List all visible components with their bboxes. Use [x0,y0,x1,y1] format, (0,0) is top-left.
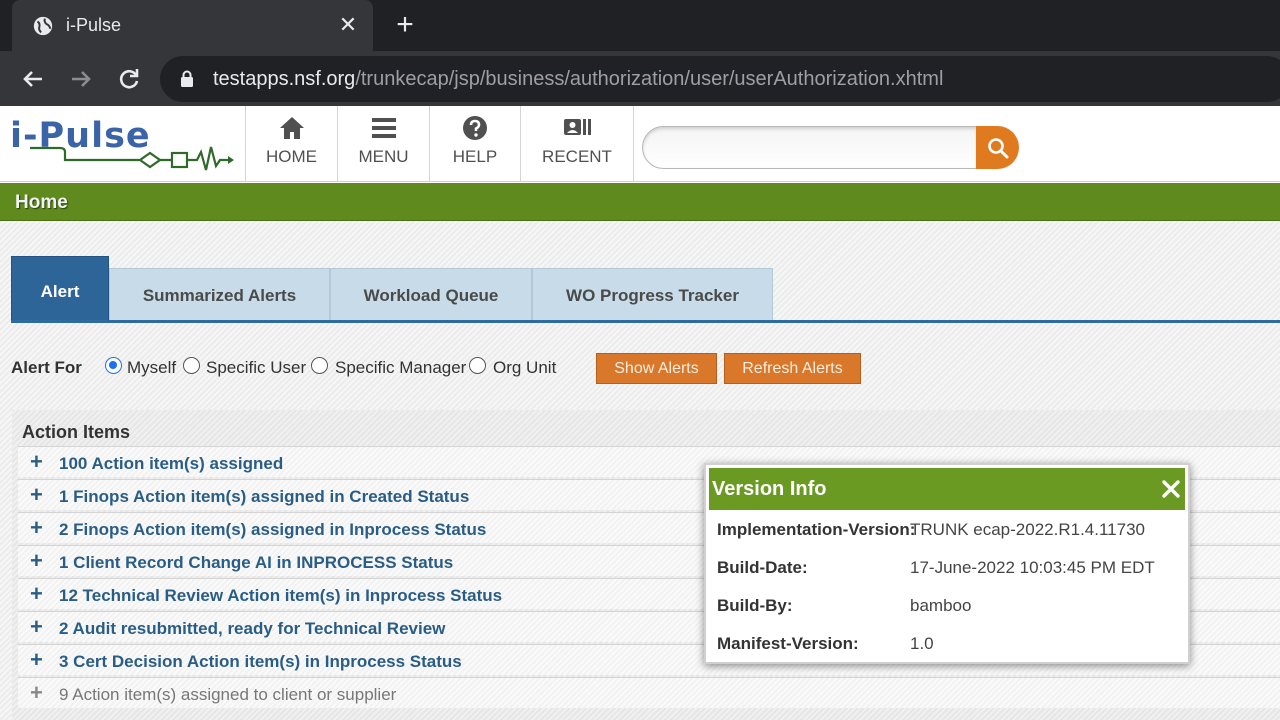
action-item-link[interactable]: 2 Finops Action item(s) assigned in Inpr… [59,520,486,540]
field-key: Build-Date: [717,558,808,577]
expand-plus-icon[interactable]: + [30,649,43,671]
expand-plus-icon[interactable]: + [30,583,43,605]
expand-plus-icon[interactable]: + [30,451,43,473]
action-item-link[interactable]: 12 Technical Review Action item(s) in In… [59,586,502,606]
close-icon[interactable] [1159,477,1183,501]
nav-help-label: HELP [452,147,498,166]
radio-specific-manager[interactable] [311,357,328,374]
nav-recent-label: RECENT [542,147,612,166]
lock-icon [181,70,193,87]
expand-plus-icon[interactable]: + [30,616,43,638]
action-item-link[interactable]: 1 Client Record Change AI in INPROCESS S… [59,553,453,573]
expand-plus-icon[interactable]: + [30,517,43,539]
nav-help-button[interactable]: HELP [429,106,520,182]
radio-org-unit[interactable] [469,357,486,374]
browser-tabstrip: i-Pulse ✕ + [0,0,1280,51]
field-value: bamboo [910,596,972,615]
expand-plus-icon[interactable]: + [30,550,43,572]
show-alerts-button[interactable]: Show Alerts [596,353,717,384]
browser-toolbar: testapps.nsf.org/trunkecap/jsp/business/… [0,51,1280,106]
search-icon [987,137,1008,158]
action-item-link[interactable]: 1 Finops Action item(s) assigned in Crea… [59,487,469,507]
breadcrumb-bar: Home [0,183,1280,221]
field-value: 17-June-2022 10:03:45 PM EDT [910,558,1155,577]
action-item-row[interactable]: + 9 Action item(s) assigned to client or… [18,677,1280,708]
forward-arrow-icon[interactable] [67,65,95,93]
tab-alert[interactable]: Alert [11,256,109,320]
field-value: 1.0 [910,634,934,653]
expand-plus-icon[interactable]: + [30,682,43,704]
tab-workload-queue[interactable]: Workload Queue [330,268,532,320]
address-bar[interactable]: testapps.nsf.org/trunkecap/jsp/business/… [160,56,1280,102]
tab-summarized-alerts[interactable]: Summarized Alerts [109,268,330,320]
breadcrumb-home[interactable]: Home [15,192,68,214]
search-input[interactable] [642,126,978,169]
version-field-row: Build-Date: 17-June-2022 10:03:45 PM EDT [717,558,1177,582]
version-field-row: Build-By: bamboo [717,596,1177,620]
action-item-link[interactable]: 3 Cert Decision Action item(s) in Inproc… [59,652,462,672]
app-header: i-Pulse HOME MENU HELP RECENT [0,106,1280,182]
dialog-header: Version Info [709,468,1185,510]
dialog-title: Version Info [712,478,827,500]
action-item-link[interactable]: 100 Action item(s) assigned [59,454,283,474]
radio-specific-user-label[interactable]: Specific User [206,358,306,378]
nav-menu-label: MENU [358,147,409,166]
action-item-link[interactable]: 2 Audit resubmitted, ready for Technical… [59,619,445,639]
refresh-alerts-button[interactable]: Refresh Alerts [724,353,861,384]
nav-home-label: HOME [266,147,317,166]
browser-tab-title: i-Pulse [66,15,122,35]
tab-wo-progress-tracker[interactable]: WO Progress Tracker [532,268,773,320]
action-item-link[interactable]: 9 Action item(s) assigned to client or s… [59,685,396,705]
globe-icon [33,16,53,36]
alert-for-label: Alert For [11,358,82,377]
search-button[interactable] [976,126,1019,169]
nav-home-button[interactable]: HOME [245,106,337,182]
version-field-row: Manifest-Version: 1.0 [717,634,1177,658]
field-key: Implementation-Version: [717,520,916,539]
nav-recent-button[interactable]: RECENT [520,106,634,182]
alert-tabs: Alert Summarized Alerts Workload Queue W… [11,256,1280,323]
radio-myself-label[interactable]: Myself [127,358,176,378]
field-key: Manifest-Version: [717,634,859,653]
action-items-title: Action Items [22,422,131,442]
version-field-row: Implementation-Version: TRUNK ecap-2022.… [717,520,1177,544]
radio-specific-manager-label[interactable]: Specific Manager [335,358,466,378]
back-arrow-icon[interactable] [19,65,47,93]
tab-underline [11,320,1280,323]
recent-icon [564,119,591,135]
home-icon [279,117,304,139]
expand-plus-icon[interactable]: + [30,484,43,506]
radio-specific-user[interactable] [183,357,200,374]
radio-org-unit-label[interactable]: Org Unit [493,358,556,378]
field-key: Build-By: [717,596,793,615]
i-pulse-logo[interactable]: i-Pulse [10,116,240,176]
new-tab-button[interactable]: + [392,10,418,40]
close-icon[interactable]: ✕ [338,14,358,36]
url-path: /trunkecap/jsp/business/authorization/us… [355,68,944,90]
help-icon [463,116,487,140]
field-value: TRUNK ecap-2022.R1.4.11730 [910,520,1145,539]
version-info-dialog: Version Info Implementation-Version: TRU… [704,463,1190,664]
nav-menu-button[interactable]: MENU [337,106,429,182]
alert-for-row: Alert For Myself Specific User Specific … [11,351,911,385]
radio-myself[interactable] [105,357,122,374]
reload-icon[interactable] [115,65,143,93]
url-text: testapps.nsf.org/trunkecap/jsp/business/… [213,68,943,91]
menu-icon [371,118,396,138]
browser-tab[interactable]: i-Pulse ✕ [12,0,373,51]
url-host: testapps.nsf.org [213,68,356,90]
pulse-line-icon [30,146,234,171]
